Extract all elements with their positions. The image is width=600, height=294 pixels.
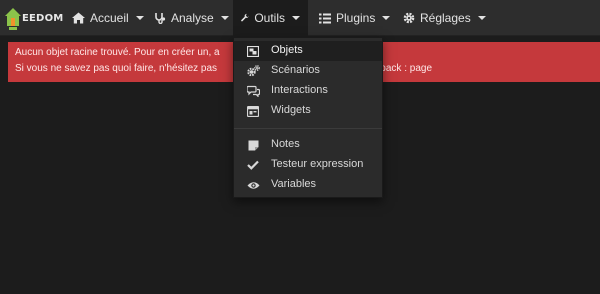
menu-item-notes[interactable]: Notes — [234, 135, 382, 155]
alert-line-2-start: Si vous ne savez pas quoi faire, n'hésit… — [15, 63, 218, 74]
menu-item-testeur-expression[interactable]: Testeur expression — [234, 155, 382, 175]
menu-item-objets[interactable]: Objets — [234, 41, 382, 61]
menu-item-scenarios[interactable]: Scénarios — [234, 61, 382, 81]
stethoscope-icon — [155, 13, 166, 24]
chevron-down-icon — [292, 16, 300, 20]
comments-icon — [246, 84, 260, 98]
object-group-icon — [246, 44, 260, 58]
jeedom-logo[interactable]: EEDOM — [4, 4, 64, 32]
menu-item-scenarios-label: Scénarios — [271, 64, 320, 76]
alert-page-link[interactable]: page — [410, 63, 432, 74]
nav-plugins[interactable]: Plugins — [311, 0, 398, 36]
chevron-down-icon — [220, 16, 229, 20]
menu-item-objets-label: Objets — [271, 44, 303, 56]
top-navbar: EEDOM Accueil Analyse Outils Plugins Rég… — [0, 0, 600, 36]
nav-accueil-label: Accueil — [90, 11, 129, 25]
menu-item-widgets[interactable]: Widgets — [234, 101, 382, 121]
cogs-icon — [246, 64, 260, 78]
menu-divider — [234, 128, 382, 129]
chevron-down-icon — [382, 16, 391, 20]
logo-house-icon — [5, 8, 21, 30]
menu-item-variables-label: Variables — [271, 178, 317, 190]
check-icon — [246, 158, 260, 172]
chevron-down-icon — [135, 16, 144, 20]
menu-item-widgets-label: Widgets — [271, 104, 311, 116]
tasks-icon — [319, 13, 331, 23]
window-icon — [246, 104, 260, 118]
nav-reglages[interactable]: Réglages — [395, 0, 494, 36]
chevron-down-icon — [477, 16, 486, 20]
cog-icon — [403, 12, 415, 24]
wrench-icon — [241, 13, 249, 22]
nav-outils-label: Outils — [254, 11, 285, 25]
nav-accueil[interactable]: Accueil — [64, 0, 152, 36]
menu-item-interactions[interactable]: Interactions — [234, 81, 382, 101]
nav-analyse[interactable]: Analyse — [146, 0, 237, 36]
nav-reglages-label: Réglages — [420, 11, 471, 25]
nav-analyse-label: Analyse — [171, 11, 214, 25]
outils-dropdown-menu: Objets Scénarios Interactions Widgets No… — [233, 37, 383, 198]
menu-item-variables[interactable]: Variables — [234, 175, 382, 195]
eye-icon — [246, 178, 260, 192]
menu-item-interactions-label: Interactions — [271, 84, 328, 96]
logo-text: EEDOM — [22, 13, 64, 24]
menu-item-notes-label: Notes — [271, 138, 300, 150]
menu-item-testeur-expression-label: Testeur expression — [271, 158, 364, 170]
sticky-note-icon — [246, 138, 260, 152]
nav-outils[interactable]: Outils — [233, 0, 308, 36]
home-icon — [72, 12, 85, 24]
nav-plugins-label: Plugins — [336, 11, 376, 25]
